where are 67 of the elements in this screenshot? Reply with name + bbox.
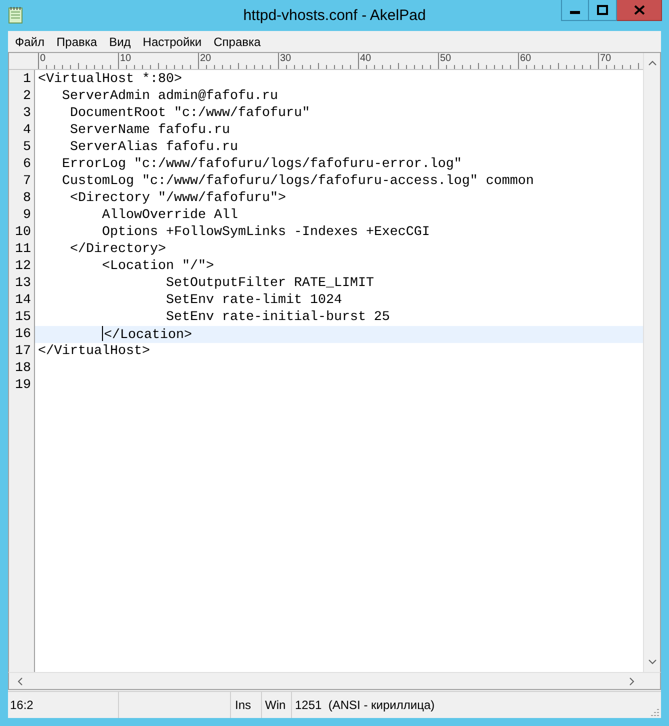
ruler-label: 0	[40, 53, 46, 64]
line-number: 17	[14, 343, 32, 360]
text-cursor	[102, 326, 103, 341]
code-line: </Location>	[104, 328, 192, 343]
code-line: <VirtualHost *:80>	[38, 72, 182, 87]
resize-grip-icon[interactable]	[650, 707, 660, 717]
menu-item[interactable]: Правка	[50, 32, 104, 50]
code-line: SetEnv rate-initial-burst 25	[166, 310, 390, 325]
code-line: Options +FollowSymLinks -Indexes +ExecCGI	[102, 225, 430, 240]
vertical-scrollbar[interactable]	[643, 53, 660, 672]
line-number: 10	[14, 224, 32, 241]
line-number: 11	[14, 241, 32, 258]
line-number: 12	[14, 258, 32, 275]
code-line: <Directory "/www/fafofuru">	[70, 191, 286, 206]
code-line: <Location "/">	[102, 259, 214, 274]
code-line: </Directory>	[70, 242, 166, 257]
line-number: 5	[22, 139, 32, 156]
line-number: 15	[14, 309, 32, 326]
scroll-up-icon[interactable]	[648, 60, 656, 66]
cursor-position: 16:2	[8, 692, 119, 718]
maximize-icon	[597, 5, 608, 15]
ruler-label: 30	[280, 53, 292, 64]
line-number: 7	[22, 173, 32, 190]
code-line: SetOutputFilter RATE_LIMIT	[166, 276, 374, 291]
newline-format: Win	[262, 692, 292, 718]
line-number: 6	[22, 156, 32, 173]
code-line: ServerAlias fafofu.ru	[70, 140, 238, 155]
code-line: CustomLog "c:/www/fafofuru/logs/fafofuru-access.log" common	[62, 174, 534, 189]
window-title: httpd-vhosts.conf - AkelPad	[243, 7, 426, 24]
ruler-label: 20	[200, 53, 212, 64]
scroll-down-icon[interactable]	[648, 659, 656, 665]
ruler-label: 40	[360, 53, 372, 64]
line-number: 16	[14, 326, 32, 343]
line-number: 3	[22, 105, 32, 122]
line-number: 18	[14, 360, 32, 377]
menu-item[interactable]: Настройки	[136, 32, 208, 50]
ruler-label: 60	[520, 53, 532, 64]
close-icon	[634, 5, 644, 15]
ruler-label: 50	[440, 53, 452, 64]
code-line: </VirtualHost>	[38, 344, 150, 359]
minimize-button[interactable]	[561, 0, 589, 21]
ruler-label: 10	[120, 53, 132, 64]
line-number: 8	[22, 190, 32, 207]
code-line: SetEnv rate-limit 1024	[166, 293, 342, 308]
code-line: AllowOverride All	[102, 208, 238, 223]
maximize-button[interactable]	[589, 0, 617, 21]
line-number: 19	[14, 377, 32, 394]
notepad-icon	[8, 6, 24, 24]
code-line: DocumentRoot "c:/www/fafofuru"	[70, 106, 310, 121]
line-number: 9	[22, 207, 32, 224]
menu-item[interactable]: Справка	[208, 32, 267, 50]
insert-mode: Ins	[231, 692, 262, 718]
code-line: ServerName fafofu.ru	[70, 123, 230, 138]
line-number: 2	[22, 88, 32, 105]
menu-item[interactable]: Файл	[9, 32, 51, 50]
line-number: 4	[22, 122, 32, 139]
code-line: ServerAdmin admin@fafofu.ru	[62, 89, 278, 104]
line-number: 14	[14, 292, 32, 309]
scroll-left-icon[interactable]	[17, 676, 23, 686]
line-number: 13	[14, 275, 32, 292]
line-number: 1	[22, 71, 32, 88]
scroll-right-icon[interactable]	[629, 676, 635, 686]
ruler-label: 70	[600, 53, 612, 64]
code-line: ErrorLog "c:/www/fafofuru/logs/fafofuru-error.log"	[62, 157, 462, 172]
menu-item[interactable]: Вид	[103, 32, 137, 50]
close-button[interactable]	[617, 0, 662, 21]
encoding: 1251 (ANSI - кириллица)	[294, 697, 436, 714]
